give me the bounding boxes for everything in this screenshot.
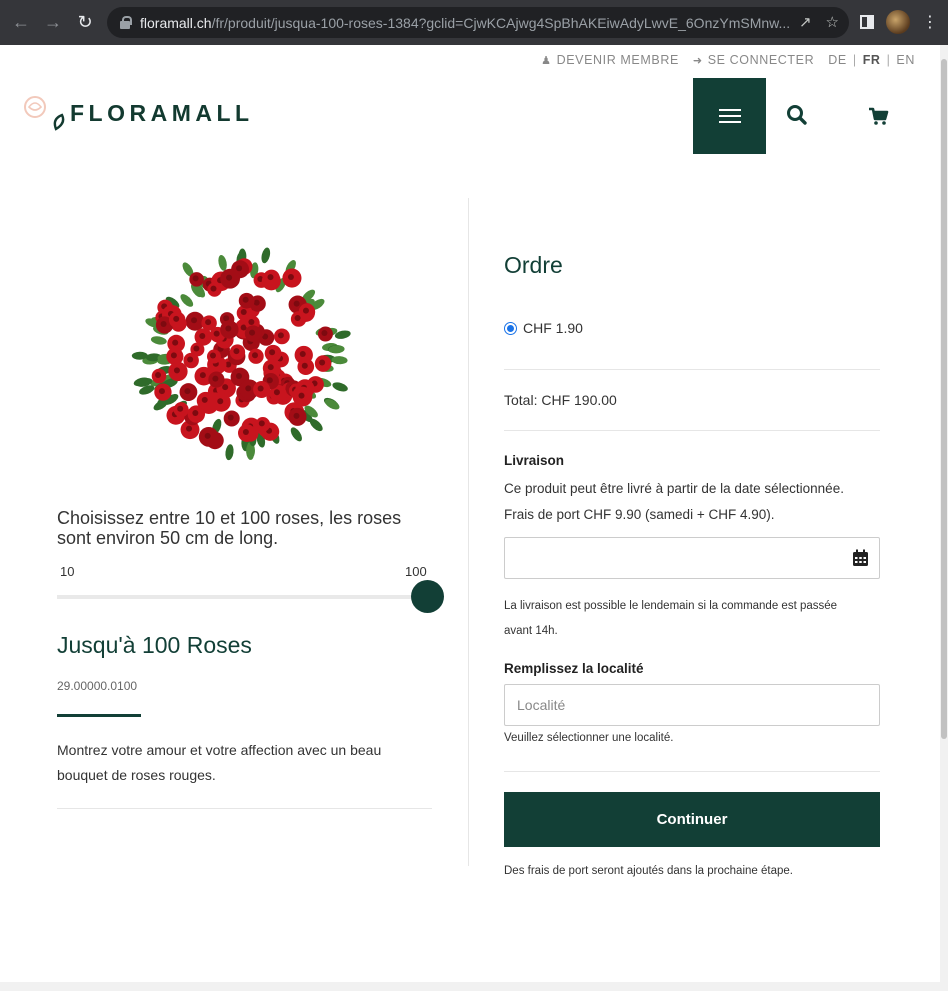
price-radio[interactable] xyxy=(504,321,517,335)
lang-en[interactable]: EN xyxy=(896,53,915,67)
site-logo[interactable]: FLORAMALL xyxy=(22,95,254,131)
locality-hint: Veuillez sélectionner une localité. xyxy=(504,732,674,744)
shipping-fee-note: Des frais de port seront ajoutés dans la… xyxy=(504,865,793,877)
more-menu-icon[interactable]: ⋮ xyxy=(922,12,938,32)
delivery-info-line: Ce produit peut être livré à partir de l… xyxy=(504,481,844,496)
bookmark-star-icon[interactable]: ☆ xyxy=(826,13,839,31)
price-option-label: CHF 1.90 xyxy=(523,320,583,336)
lock-icon[interactable] xyxy=(119,15,132,30)
language-switcher: DE | FR | EN xyxy=(828,53,915,67)
side-panel-icon[interactable] xyxy=(860,15,874,29)
hamburger-menu-button[interactable] xyxy=(693,78,766,154)
lang-de[interactable]: DE xyxy=(828,53,847,67)
scrollbar-thumb[interactable] xyxy=(941,59,947,739)
login-label: SE CONNECTER xyxy=(707,53,815,67)
search-icon[interactable] xyxy=(785,103,809,127)
column-divider xyxy=(468,198,469,866)
slider-min-label: 10 xyxy=(60,564,75,579)
rose-logo-icon xyxy=(24,96,65,131)
slider-fill xyxy=(57,595,427,599)
url-domain: floramall.ch xyxy=(140,14,212,31)
locality-heading: Remplissez la localité xyxy=(504,661,644,676)
address-bar[interactable]: floramall.ch/fr/produit/jusqua-100-roses… xyxy=(107,7,849,38)
top-utility-bar: ♟ DEVENIR MEMBRE ➜ SE CONNECTER DE | FR … xyxy=(541,53,915,67)
delivery-heading: Livraison xyxy=(504,453,565,468)
forward-arrow-icon[interactable]: → xyxy=(42,12,64,34)
product-description: Montrez votre amour et votre affection a… xyxy=(57,742,382,783)
user-icon: ♟ xyxy=(541,54,552,67)
delivery-note-line: La livraison est possible le lendemain s… xyxy=(504,600,838,612)
divider xyxy=(504,369,880,370)
divider xyxy=(504,430,880,431)
roses-choice-text: Choisissez entre 10 et 100 roses, les ro… xyxy=(57,508,402,548)
horizontal-scrollbar[interactable] xyxy=(0,982,940,991)
shipping-cost-line: Frais de port CHF 9.90 (samedi + CHF 4.9… xyxy=(504,507,775,522)
delivery-date-field[interactable] xyxy=(504,537,880,579)
locality-input[interactable] xyxy=(504,684,880,726)
price-option[interactable]: CHF 1.90 xyxy=(504,320,583,336)
product-sku: 29.00000.0100 xyxy=(57,679,138,693)
title-underline xyxy=(57,714,141,717)
lang-separator: | xyxy=(886,53,891,67)
url-path: /fr/produit/jusqua-100-roses-1384?gclid=… xyxy=(211,14,791,31)
lang-separator: | xyxy=(852,53,857,67)
reload-icon[interactable]: ↻ xyxy=(74,12,96,34)
sign-in-icon: ➜ xyxy=(692,54,703,67)
divider xyxy=(57,808,432,809)
profile-avatar[interactable] xyxy=(886,10,910,34)
browser-toolbar: ← → ↻ floramall.ch/fr/produit/jusqua-100… xyxy=(0,0,948,45)
become-member-label: DEVENIR MEMBRE xyxy=(556,53,679,67)
share-icon[interactable]: ↗ xyxy=(799,13,812,31)
cart-icon[interactable] xyxy=(866,104,890,128)
calendar-icon[interactable] xyxy=(852,549,869,567)
page: ♟ DEVENIR MEMBRE ➜ SE CONNECTER DE | FR … xyxy=(0,45,940,991)
roses-bouquet-image xyxy=(131,247,351,461)
divider xyxy=(504,771,880,772)
product-title: Jusqu'à 100 Roses xyxy=(57,632,252,658)
become-member-link[interactable]: ♟ DEVENIR MEMBRE xyxy=(541,53,679,67)
continue-button[interactable]: Continuer xyxy=(504,792,880,847)
order-heading: Ordre xyxy=(504,252,563,278)
login-link[interactable]: ➜ SE CONNECTER xyxy=(693,53,814,67)
logo-text: FLORAMALL xyxy=(70,99,254,126)
hamburger-icon xyxy=(718,109,741,123)
lang-fr[interactable]: FR xyxy=(863,53,881,67)
back-arrow-icon[interactable]: ← xyxy=(10,12,32,34)
quantity-slider[interactable] xyxy=(57,580,444,613)
slider-handle[interactable] xyxy=(411,580,444,613)
slider-max-label: 100 xyxy=(405,564,427,579)
vertical-scrollbar[interactable] xyxy=(940,45,948,991)
delivery-note-line: avant 14h. xyxy=(504,625,558,637)
order-total: Total: CHF 190.00 xyxy=(504,392,617,408)
